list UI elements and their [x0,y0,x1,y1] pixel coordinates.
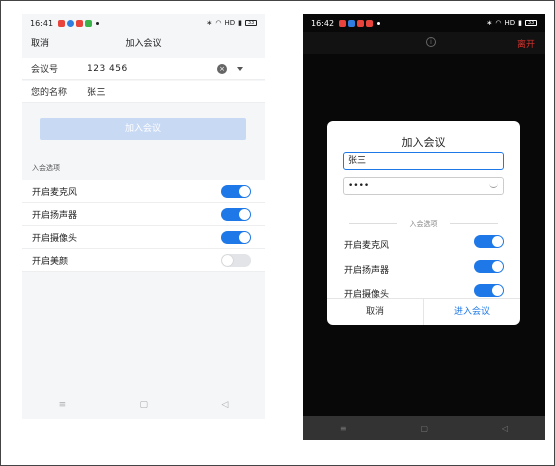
status-time: 16:42 [311,18,335,28]
notification-icons [58,19,100,27]
option-label: 开启扬声器 [32,210,78,221]
enter-meeting-button[interactable]: 进入会议 [424,299,520,325]
dialog-title: 加入会议 [401,136,446,149]
toggle-knob [239,208,250,220]
meeting-id-label: 会议号 [31,65,59,75]
app-notification-icon [67,19,75,27]
status-bar: 16:42 ∗ ◠ HD ▮ 33 [303,14,545,32]
app-notification-icon [58,19,66,27]
home-icon[interactable]: ▢ [420,424,428,433]
system-icons: ∗ ◠ HD ▮ 33 [206,19,257,27]
home-icon[interactable]: ▢ [140,400,149,410]
menu-icon[interactable]: ≡ [340,424,347,433]
section-label: 入会选项 [32,164,60,172]
option-label: 开启美颜 [32,256,69,267]
option-camera: 开启摄像头 [22,226,265,249]
option-beauty: 开启美颜 [22,249,265,272]
more-notifications-icon [96,21,100,25]
signal-icon: ▮ [238,19,242,27]
menu-icon[interactable]: ≡ [59,400,67,410]
meeting-id-input[interactable]: 123 456 [87,64,128,74]
app-notification-icon [357,19,365,27]
network-type: HD [504,19,516,27]
camera-toggle[interactable] [474,284,504,297]
microphone-toggle[interactable] [474,235,504,248]
password-value: •••• [348,181,370,191]
status-bar: 16:41 ∗ ◠ HD ▮ 33 [22,14,265,32]
option-label: 开启摄像头 [32,233,78,244]
toggle-knob [492,261,503,272]
password-input[interactable]: •••• [343,177,504,195]
app-notification-icon [339,19,347,27]
section-label: 入会选项 [343,219,504,229]
signal-icon: ▮ [518,19,522,27]
cancel-button[interactable]: 取消 [327,299,424,325]
meeting-top-bar: i 离开 [303,32,545,54]
toggle-knob [239,231,250,243]
system-nav-bar: ≡ ▢ ◁ [22,391,265,419]
meeting-id-row: 会议号 123 456 × [22,58,265,80]
more-notifications-icon [377,21,381,25]
bluetooth-icon: ∗ [486,19,493,27]
info-icon[interactable]: i [426,37,436,47]
name-input[interactable]: 张三 [87,85,106,98]
speaker-toggle[interactable] [221,207,251,221]
wifi-icon: ◠ [495,19,502,27]
option-microphone: 开启麦克风 [22,180,265,203]
battery-icon: 33 [245,20,257,26]
name-input[interactable]: 张三 [343,152,504,170]
left-phone-screen: 16:41 ∗ ◠ HD ▮ 33 取消 加入会议 会议号 123 456 × … [22,14,265,419]
notification-icons [339,19,381,27]
option-label: 开启扬声器 [344,266,390,276]
system-nav-bar: ≡ ▢ ◁ [303,416,545,440]
join-meeting-dialog: 加入会议 张三 •••• 入会选项 开启麦克风 开启扬声器 开启摄像头 取消 进… [327,121,520,325]
name-row: 您的名称 张三 [22,81,265,103]
app-notification-icon [85,19,93,27]
name-label: 您的名称 [31,88,68,98]
dialog-actions: 取消 进入会议 [327,298,520,325]
clear-icon[interactable]: × [217,64,227,74]
toggle-knob [239,185,250,197]
leave-button[interactable]: 离开 [517,37,535,50]
toggle-knob [492,285,503,296]
header: 取消 加入会议 [22,32,265,52]
system-icons: ∗ ◠ HD ▮ 33 [486,19,537,27]
network-type: HD [224,19,236,27]
right-phone-screen: 16:42 ∗ ◠ HD ▮ 33 i 离开 加入会议 张三 •••• 入会选项… [303,14,545,440]
battery-icon: 33 [525,20,537,26]
app-notification-icon [76,19,84,27]
option-label: 开启麦克风 [32,187,78,198]
speaker-toggle[interactable] [474,260,504,273]
page-title: 加入会议 [125,39,162,49]
option-label: 开启麦克风 [344,241,390,251]
back-icon[interactable]: ◁ [502,424,508,433]
wifi-icon: ◠ [215,19,222,27]
join-meeting-button[interactable]: 加入会议 [40,118,246,140]
microphone-toggle[interactable] [221,184,251,198]
toggle-knob [222,254,233,266]
back-icon[interactable]: ◁ [221,400,228,410]
app-notification-icon [348,19,356,27]
camera-toggle[interactable] [221,230,251,244]
option-speaker: 开启扬声器 [22,203,265,226]
beauty-toggle[interactable] [221,253,251,267]
status-time: 16:41 [30,18,54,28]
hide-password-icon[interactable] [489,183,498,188]
app-notification-icon [366,19,374,27]
toggle-knob [492,236,503,247]
bluetooth-icon: ∗ [206,19,213,27]
chevron-down-icon[interactable] [237,67,243,71]
